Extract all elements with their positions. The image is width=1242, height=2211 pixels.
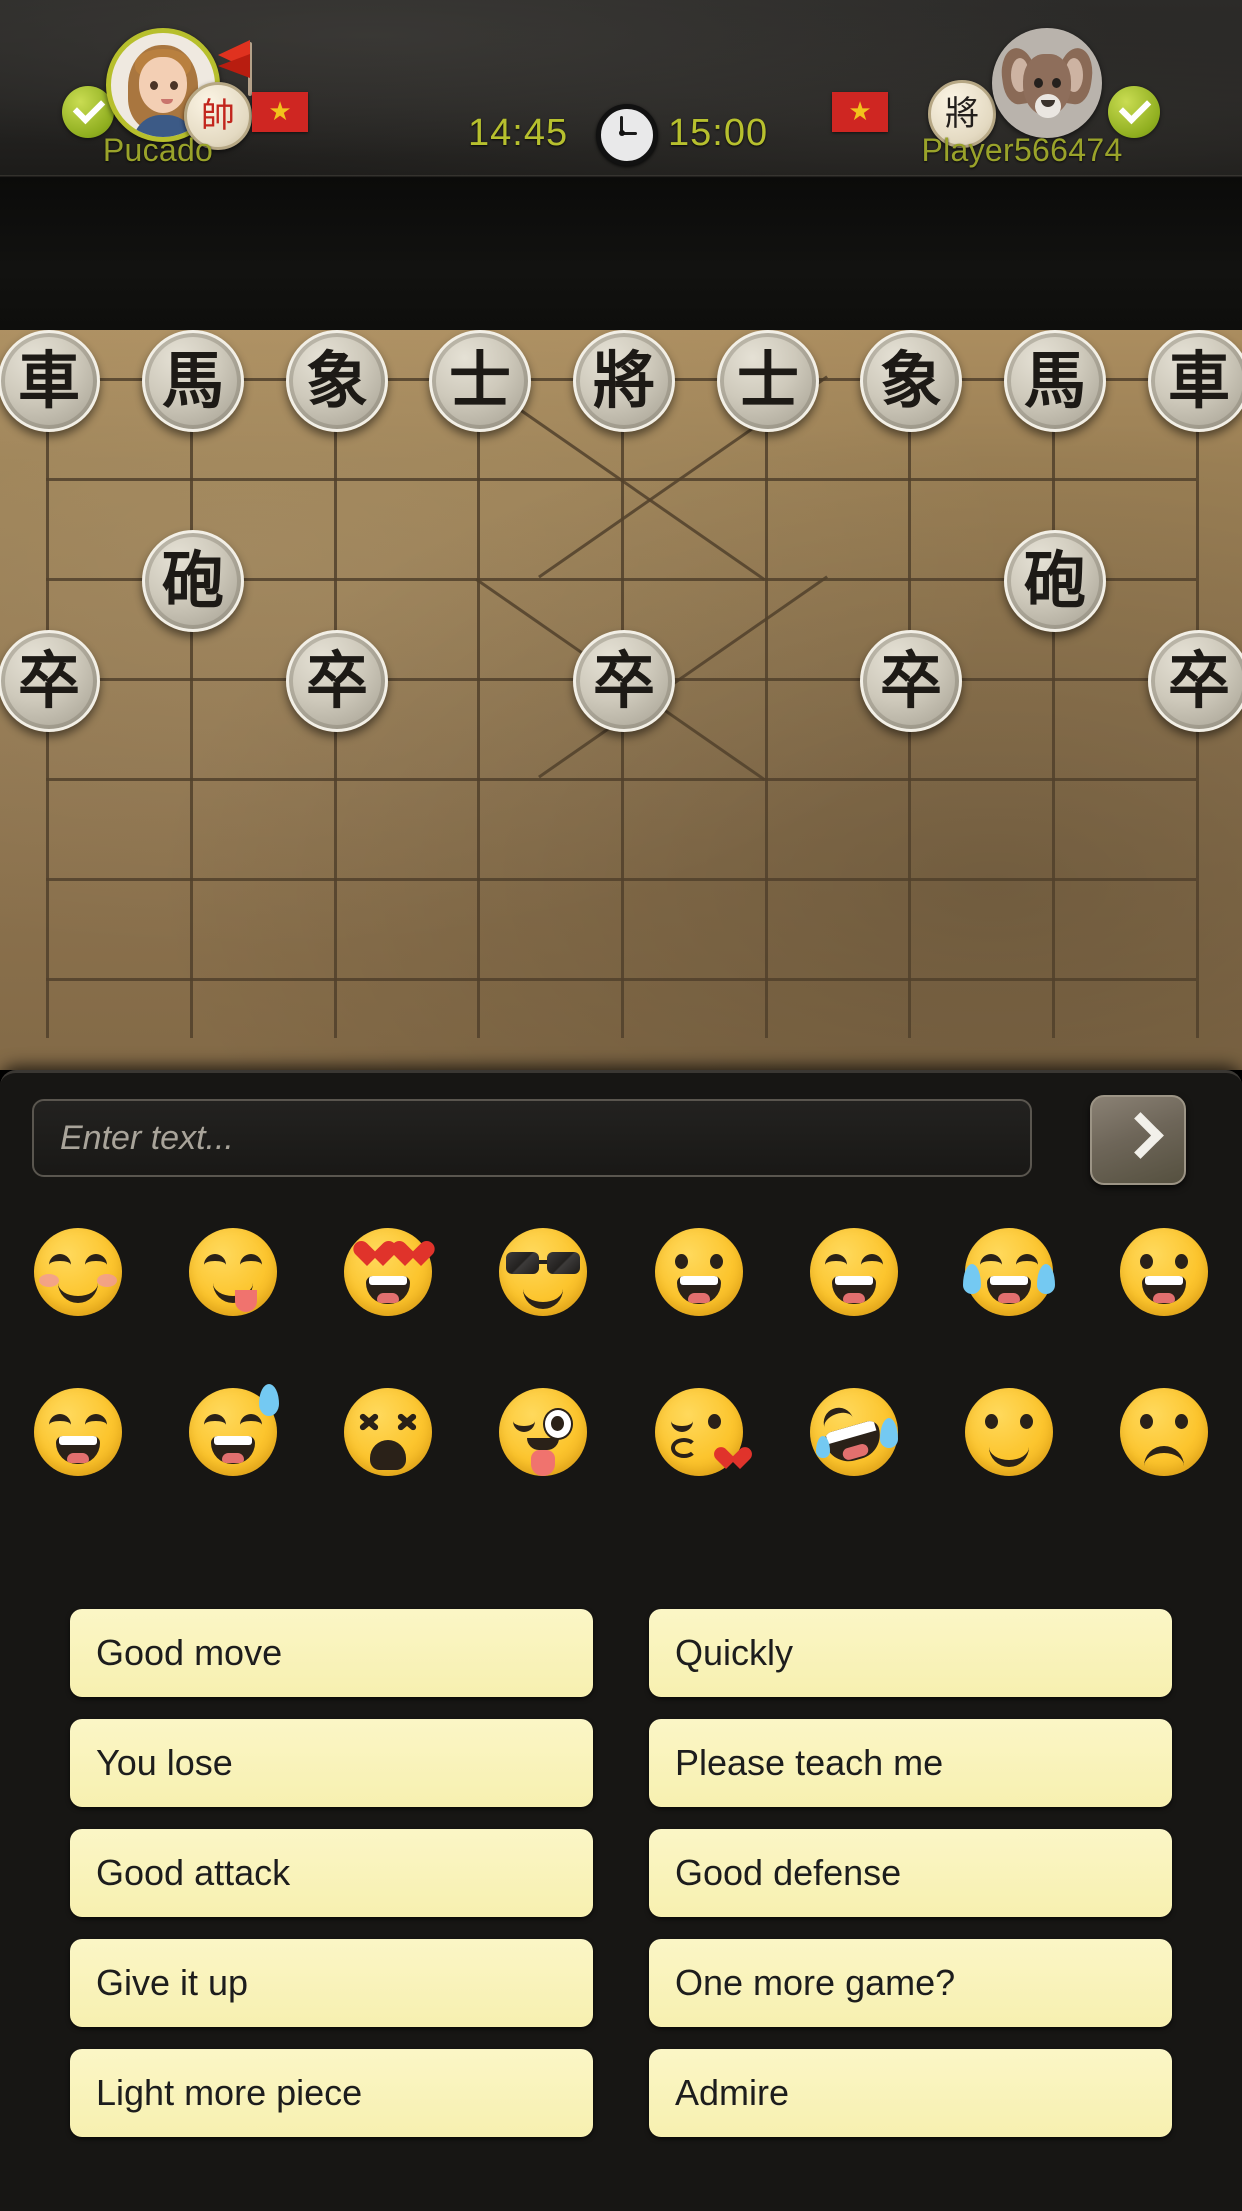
emoji-sunglasses-cool[interactable] — [466, 1213, 621, 1331]
board-piece[interactable]: 車 — [0, 330, 100, 432]
board-piece[interactable]: 士 — [429, 330, 531, 432]
phrase-button[interactable]: Admire — [649, 2049, 1172, 2137]
flag-star-glyph-right: ★ — [848, 97, 872, 127]
board-piece[interactable]: 卒 — [286, 630, 388, 732]
board-piece[interactable]: 卒 — [860, 630, 962, 732]
emoji-wink-tongue[interactable] — [466, 1373, 621, 1491]
board-piece[interactable]: 砲 — [142, 530, 244, 632]
flag-star-glyph: ★ — [268, 97, 292, 127]
board-piece[interactable]: 馬 — [1004, 330, 1106, 432]
emoji-row-2 — [0, 1373, 1242, 1491]
phrase-button[interactable]: Give it up — [70, 1939, 593, 2027]
left-player-name: Pucado — [102, 132, 214, 168]
emoji-kiss-heart[interactable] — [621, 1373, 776, 1491]
emoji-frowning-face[interactable] — [1087, 1373, 1242, 1491]
emoji-grin-open-mouth[interactable] — [621, 1213, 776, 1331]
background-gap — [0, 178, 1242, 330]
right-player-flag-icon: ★ — [832, 92, 888, 132]
send-button[interactable] — [1090, 1095, 1186, 1185]
emoji-heart-eyes[interactable] — [311, 1213, 466, 1331]
xiangqi-board[interactable]: 車 馬 象 士 將 士 象 馬 車 砲 砲 卒 卒 卒 卒 卒 — [0, 330, 1242, 1070]
phrase-button[interactable]: One more game? — [649, 1939, 1172, 2027]
quick-phrase-grid: Good move Quickly You lose Please teach … — [0, 1609, 1242, 2137]
left-player-flag-icon: ★ — [252, 92, 308, 132]
board-piece[interactable]: 象 — [860, 330, 962, 432]
board-piece[interactable]: 卒 — [1148, 630, 1242, 732]
board-piece[interactable]: 砲 — [1004, 530, 1106, 632]
emoji-tears-of-joy[interactable] — [932, 1213, 1087, 1331]
board-piece[interactable]: 卒 — [0, 630, 100, 732]
phrase-button[interactable]: Quickly — [649, 1609, 1172, 1697]
emoji-tongue-out-smile[interactable] — [155, 1213, 310, 1331]
right-player-name: Player566474 — [921, 132, 1123, 168]
emoji-row-1 — [0, 1213, 1242, 1331]
chevron-right-icon — [1117, 1112, 1164, 1159]
chat-text-input[interactable] — [32, 1099, 1032, 1177]
board-piece[interactable]: 卒 — [573, 630, 675, 732]
emoji-sweat-grin[interactable] — [155, 1373, 310, 1491]
right-player-time: 15:00 — [668, 112, 769, 154]
top-status-bar: 帥 ★ Pucado 14:45 15:00 ★ 將 Player566474 — [0, 0, 1242, 178]
emoji-blush-smile[interactable] — [0, 1213, 155, 1331]
right-player-block[interactable]: ★ 將 Player566474 — [812, 0, 1242, 178]
board-piece[interactable]: 象 — [286, 330, 388, 432]
phrase-button[interactable]: You lose — [70, 1719, 593, 1807]
emoji-grin-smile[interactable] — [776, 1213, 931, 1331]
right-player-avatar[interactable] — [992, 28, 1102, 138]
phrase-button[interactable]: Light more piece — [70, 2049, 593, 2137]
phrase-button[interactable]: Good move — [70, 1609, 593, 1697]
emoji-rolling-on-floor-laughing[interactable] — [776, 1373, 931, 1491]
phrase-button[interactable]: Good attack — [70, 1829, 593, 1917]
emoji-slight-smile[interactable] — [932, 1373, 1087, 1491]
left-player-time: 14:45 — [468, 112, 569, 154]
phrase-button[interactable]: Please teach me — [649, 1719, 1172, 1807]
emoji-grin-wide[interactable] — [1087, 1213, 1242, 1331]
right-player-ready-check-icon — [1108, 86, 1160, 138]
board-piece[interactable]: 將 — [573, 330, 675, 432]
chat-panel: Good move Quickly You lose Please teach … — [0, 1070, 1242, 2211]
chat-input-row — [0, 1095, 1242, 1199]
board-piece[interactable]: 車 — [1148, 330, 1242, 432]
emoji-grin-happy[interactable] — [0, 1373, 155, 1491]
board-piece[interactable]: 士 — [717, 330, 819, 432]
emoji-weary-distressed[interactable] — [311, 1373, 466, 1491]
left-player-block[interactable]: 帥 ★ Pucado — [0, 0, 430, 178]
phrase-button[interactable]: Good defense — [649, 1829, 1172, 1917]
board-piece[interactable]: 馬 — [142, 330, 244, 432]
clock-icon — [596, 104, 658, 166]
